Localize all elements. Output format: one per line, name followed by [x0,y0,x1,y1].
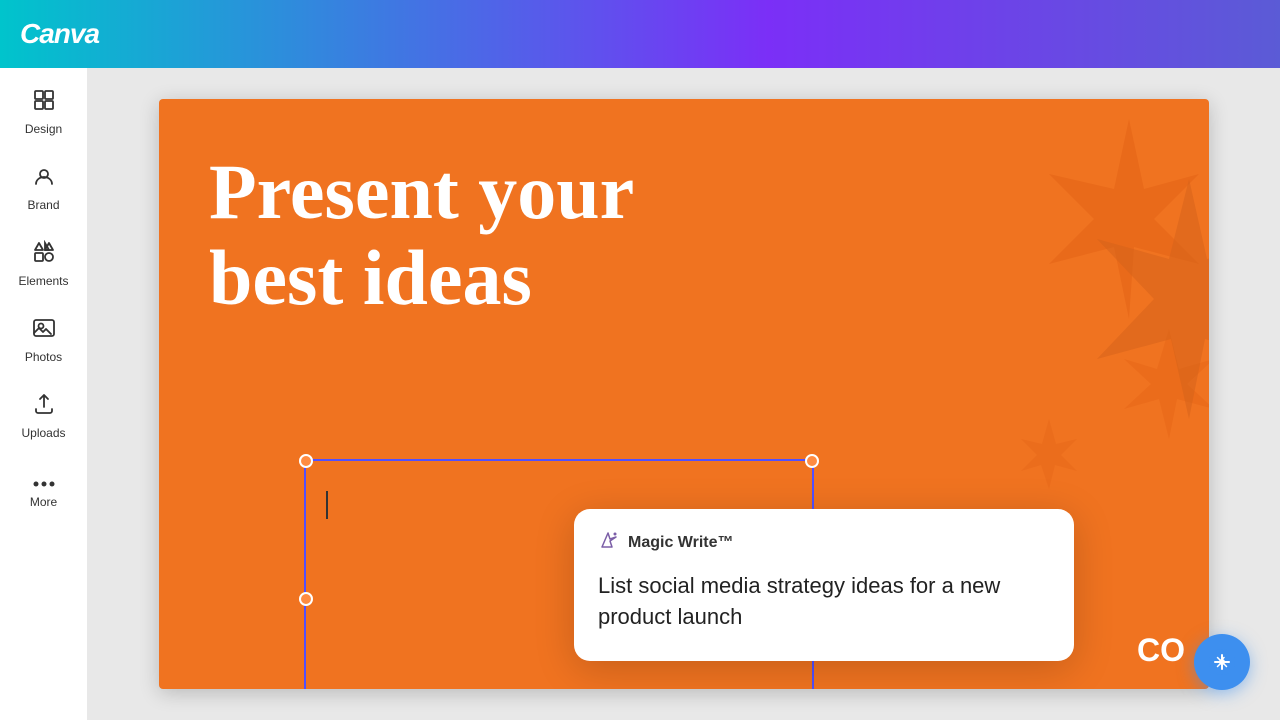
handle-middle-left[interactable] [299,592,313,606]
elements-icon [32,240,56,270]
canvas-area: Present your best ideas [88,68,1280,720]
sidebar-item-design[interactable]: Design [6,76,82,148]
sidebar-item-design-label: Design [25,122,62,136]
slide[interactable]: Present your best ideas [159,99,1209,689]
sidebar-item-photos-label: Photos [25,350,62,364]
magic-tools-icon [1208,648,1236,676]
sidebar-item-more-label: More [30,495,57,509]
handle-top-right[interactable] [805,454,819,468]
photos-icon [32,316,56,346]
uploads-icon [32,392,56,422]
sidebar-item-photos[interactable]: Photos [6,304,82,376]
sidebar: Design Brand Elements [0,68,88,720]
sidebar-item-uploads-label: Uploads [21,426,65,440]
magic-write-title: Magic Write™ [628,534,734,552]
text-cursor [326,491,328,519]
slide-logo: CO [1137,632,1185,669]
canva-logo[interactable]: Canva [20,18,99,50]
topbar: Canva [0,0,1280,68]
magic-write-prompt: List social media strategy ideas for a n… [598,571,1050,633]
sidebar-item-elements-label: Elements [18,274,68,288]
handle-top-left[interactable] [299,454,313,468]
main-layout: Design Brand Elements [0,68,1280,720]
star-decoration [849,99,1209,499]
sidebar-item-more[interactable]: More [6,456,82,528]
slide-title: Present your best ideas [209,149,634,321]
sidebar-item-brand[interactable]: Brand [6,152,82,224]
sidebar-item-elements[interactable]: Elements [6,228,82,300]
design-icon [32,88,56,118]
slide-title-line2: best ideas [209,235,634,321]
sidebar-item-uploads[interactable]: Uploads [6,380,82,452]
magic-write-header: Magic Write™ [598,529,1050,557]
brand-icon [32,164,56,194]
magic-tools-button[interactable] [1194,634,1250,690]
magic-write-icon [598,529,620,557]
magic-write-popup: Magic Write™ List social media strategy … [574,509,1074,661]
more-icon [32,475,56,491]
slide-title-line1: Present your [209,149,634,235]
sidebar-item-brand-label: Brand [27,198,59,212]
